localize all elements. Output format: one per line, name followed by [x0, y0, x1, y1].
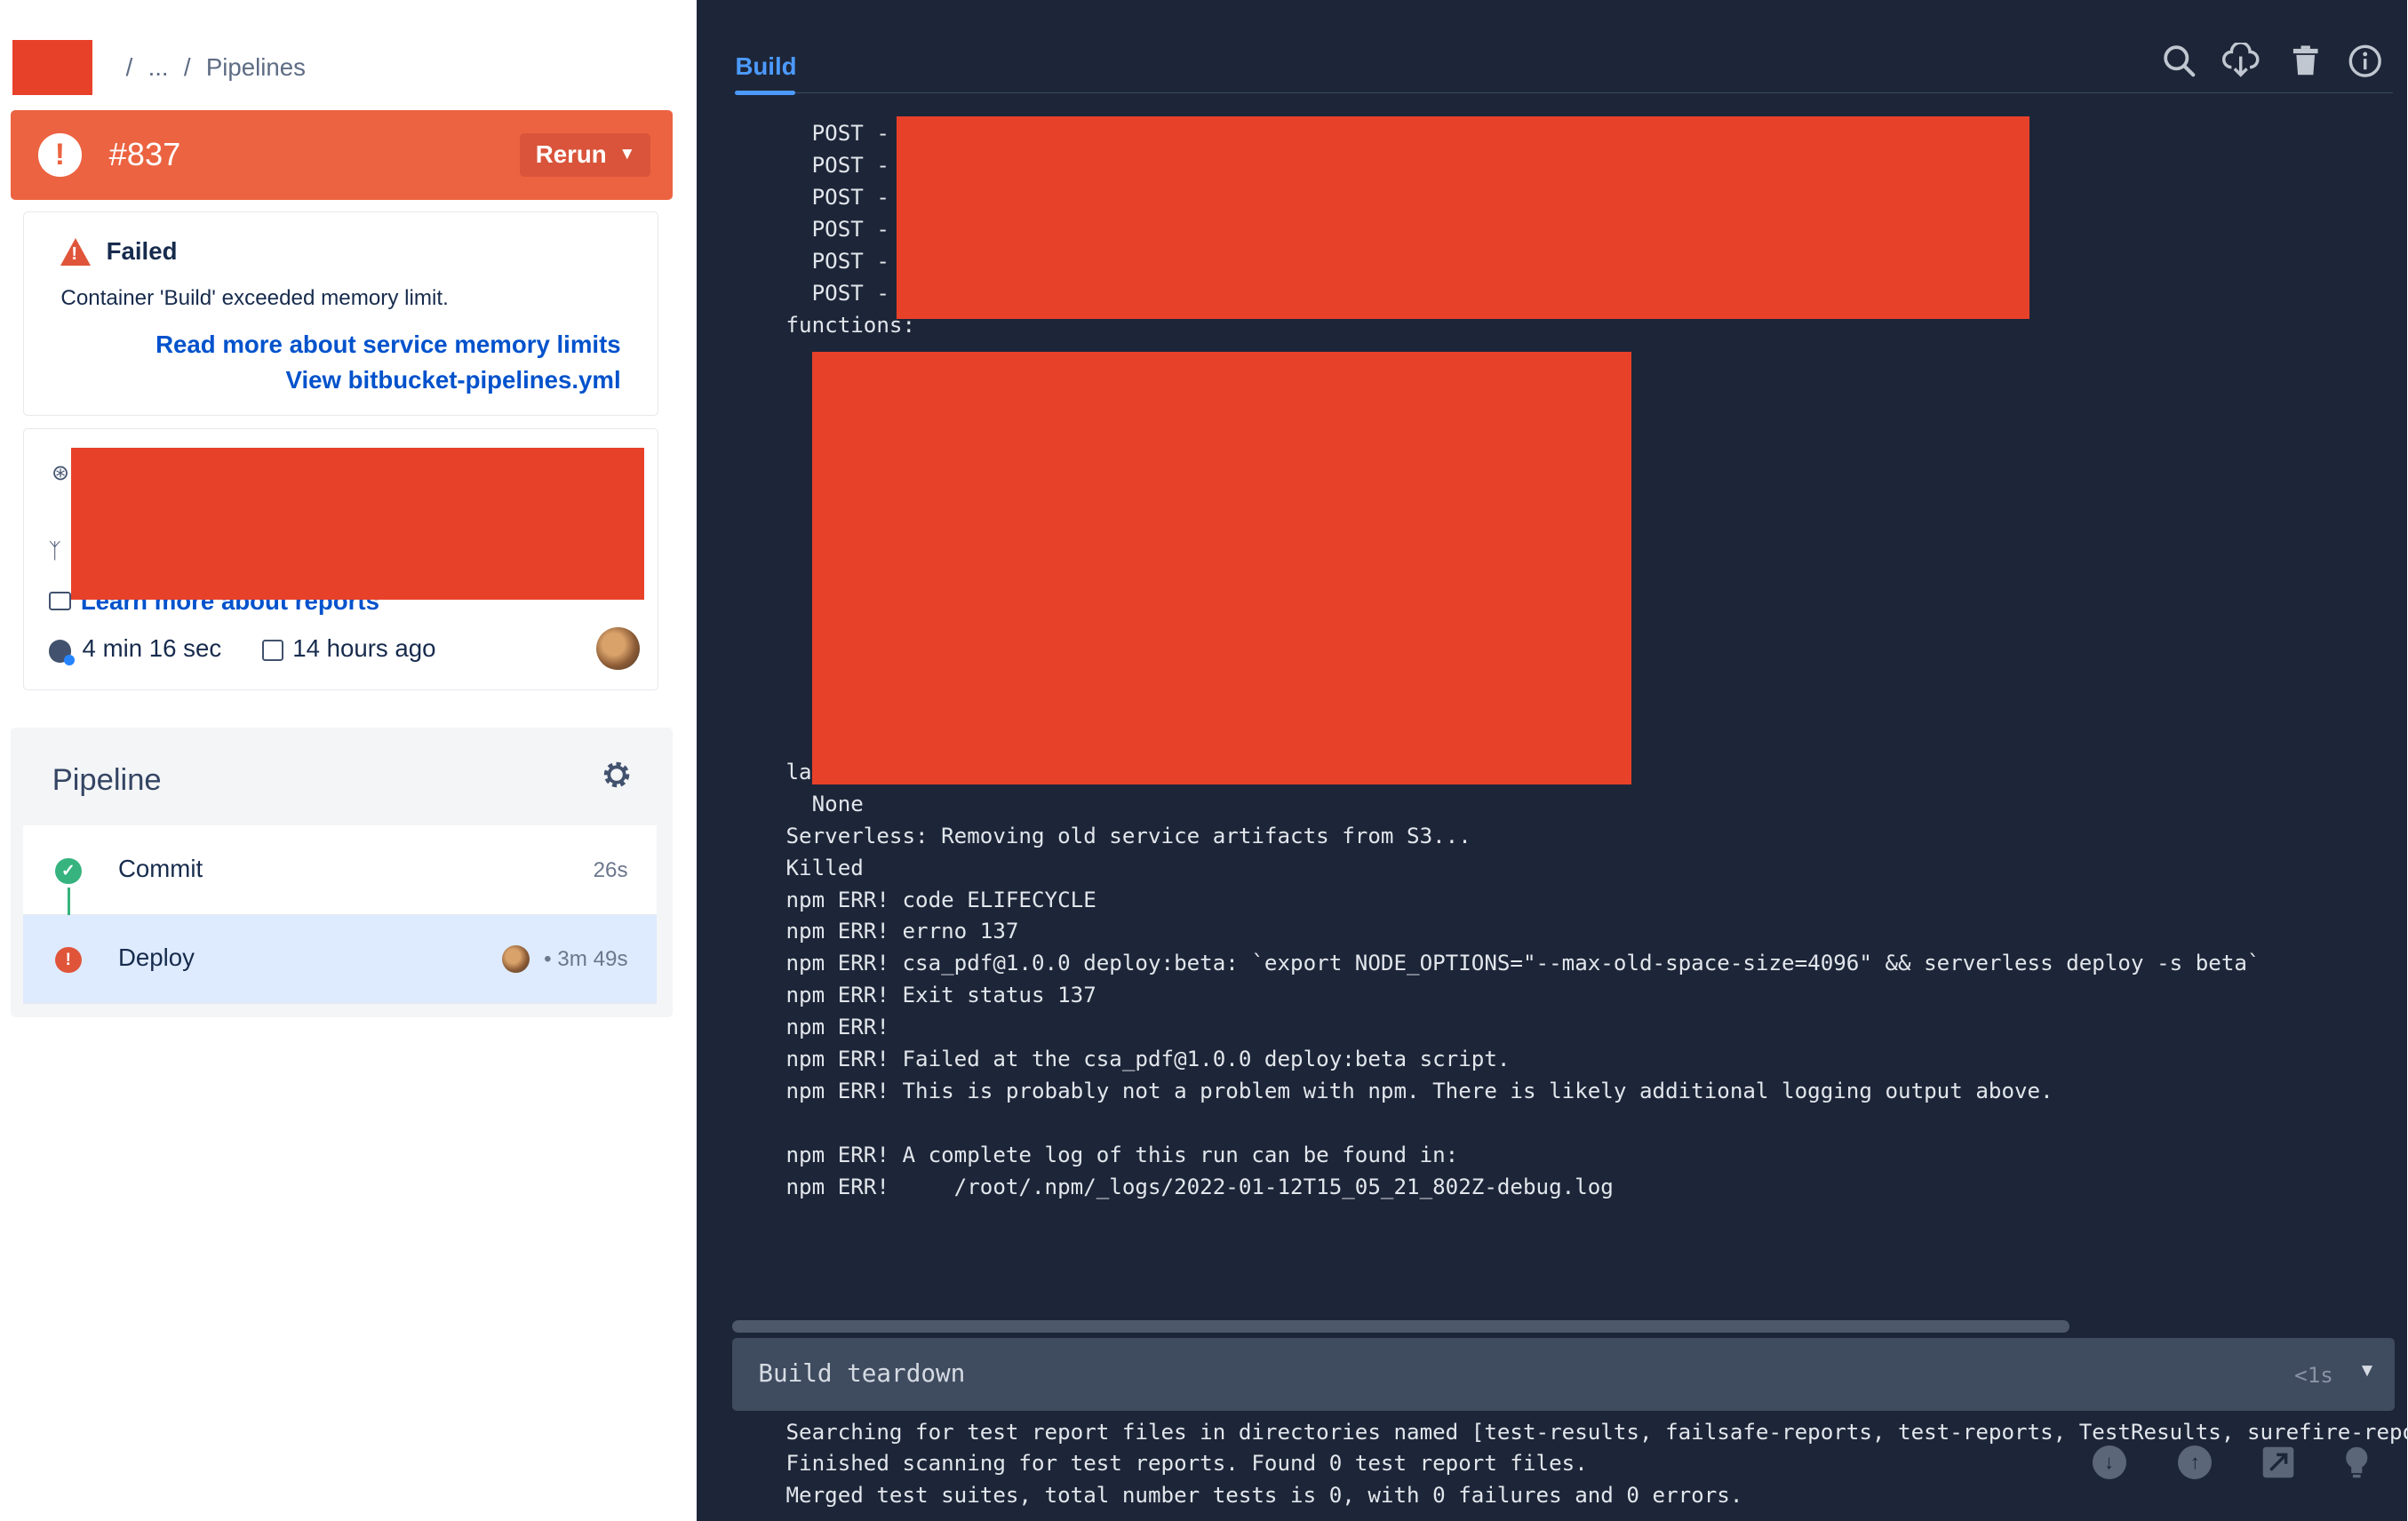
- redacted-endpoints: [896, 116, 2029, 320]
- step-duration: 26s: [593, 857, 628, 882]
- calendar-icon: [261, 639, 283, 661]
- error-icon: !: [55, 946, 82, 974]
- check-icon: ✓: [55, 857, 82, 885]
- build-meta-card: ⊛ ᛉ Learn more about reports 4 min 16 se…: [22, 427, 659, 691]
- build-sidebar: / ... / Pipelines ! #837 Rerun ▼ ! Faile…: [0, 0, 698, 1521]
- log-line: Finished scanning for test reports. Foun…: [785, 1451, 1588, 1477]
- log-line: Killed: [785, 855, 864, 880]
- app-root: / ... / Pipelines ! #837 Rerun ▼ ! Faile…: [0, 0, 2408, 1521]
- breadcrumb-pipelines[interactable]: Pipelines: [206, 53, 306, 82]
- log-line: Serverless: Removing old service artifac…: [785, 823, 1471, 848]
- commit-icon: ⊛: [52, 460, 70, 485]
- build-number: #837: [108, 136, 181, 173]
- tab-build[interactable]: Build: [735, 52, 796, 81]
- step-commit[interactable]: ✓ Commit 26s: [22, 825, 658, 943]
- log-line: Searching for test report files in direc…: [785, 1419, 2408, 1445]
- branch-icon: ᛉ: [48, 539, 62, 564]
- step-name: Commit: [117, 855, 203, 883]
- log-line: npm ERR! csa_pdf@1.0.0 deploy:beta: `exp…: [785, 951, 2260, 976]
- tab-divider: [735, 92, 2394, 94]
- info-icon[interactable]: [2347, 43, 2383, 79]
- gear-icon[interactable]: [600, 758, 634, 792]
- status-heading: ! Failed: [60, 237, 177, 266]
- log-line: npm ERR! A complete log of this run can …: [785, 1143, 1459, 1168]
- log-line: npm ERR!: [785, 1015, 889, 1040]
- step-deploy[interactable]: ! Deploy • 3m 49s: [22, 914, 658, 1004]
- memory-limits-link[interactable]: Read more about service memory limits: [155, 330, 621, 359]
- build-header: ! #837 Rerun ▼: [11, 110, 673, 200]
- warning-icon: !: [60, 237, 92, 266]
- rerun-button[interactable]: Rerun ▼: [520, 133, 651, 177]
- breadcrumb: / ... / Pipelines: [12, 39, 306, 96]
- teardown-section-header[interactable]: Build teardown <1s ▼: [732, 1338, 2395, 1411]
- rerun-label: Rerun: [535, 140, 607, 169]
- scroll-down-icon[interactable]: ↓: [2092, 1445, 2126, 1480]
- lightbulb-icon[interactable]: [2341, 1445, 2372, 1479]
- teardown-log: Searching for test report files in direc…: [785, 1417, 2408, 1513]
- delete-icon[interactable]: [2287, 43, 2324, 79]
- chevron-down-icon[interactable]: ▼: [2358, 1360, 2377, 1382]
- build-duration: 4 min 16 sec: [82, 634, 222, 663]
- avatar: [501, 945, 530, 974]
- expand-icon[interactable]: [2261, 1445, 2295, 1479]
- breadcrumb-separator: /: [125, 53, 133, 81]
- status-title: Failed: [106, 237, 178, 266]
- reports-icon: [48, 592, 72, 610]
- log-line: npm ERR! errno 137: [785, 919, 1019, 944]
- log-line: npm ERR! code ELIFECYCLE: [785, 887, 1096, 912]
- failure-status-card: ! Failed Container 'Build' exceeded memo…: [22, 211, 659, 417]
- log-line: npm ERR! Failed at the csa_pdf@1.0.0 dep…: [785, 1047, 1511, 1072]
- log-line: Merged test suites, total number tests i…: [785, 1483, 1743, 1509]
- redacted-commit-branch: [71, 447, 644, 600]
- redacted-repo-logo: [12, 39, 92, 96]
- pipelines-yml-link[interactable]: View bitbucket-pipelines.yml: [286, 366, 621, 394]
- status-message: Container 'Build' exceeded memory limit.: [60, 286, 449, 311]
- step-name: Deploy: [117, 944, 195, 972]
- build-started: 14 hours ago: [292, 634, 436, 663]
- redacted-functions: [811, 351, 1632, 784]
- search-icon[interactable]: [2161, 43, 2197, 79]
- author-avatar[interactable]: [596, 626, 640, 671]
- pipeline-title: Pipeline: [52, 762, 162, 797]
- pipeline-panel: Pipeline ✓ Commit 26s ! Deploy • 3m 49s: [11, 727, 673, 1018]
- step-duration: • 3m 49s: [544, 946, 628, 971]
- tab-active-indicator: [735, 90, 795, 96]
- download-icon[interactable]: [2222, 43, 2260, 79]
- breadcrumb-ellipsis[interactable]: ...: [148, 53, 169, 82]
- horizontal-scrollbar[interactable]: [732, 1319, 2069, 1333]
- chevron-down-icon: ▼: [618, 145, 636, 164]
- breadcrumb-separator: /: [183, 53, 191, 81]
- log-line: npm ERR! /root/.npm/_logs/2022-01-12T15_…: [785, 1174, 1614, 1199]
- log-panel: Build POST - POST - POST - POST - POST -…: [697, 0, 2408, 1521]
- log-line: npm ERR! Exit status 137: [785, 983, 1096, 1008]
- error-icon: !: [38, 133, 82, 177]
- teardown-title: Build teardown: [758, 1358, 966, 1388]
- teardown-duration: <1s: [2294, 1363, 2333, 1389]
- log-line: None: [785, 791, 864, 816]
- log-line: npm ERR! This is probably not a problem …: [785, 1079, 2053, 1104]
- clock-icon: [48, 639, 75, 666]
